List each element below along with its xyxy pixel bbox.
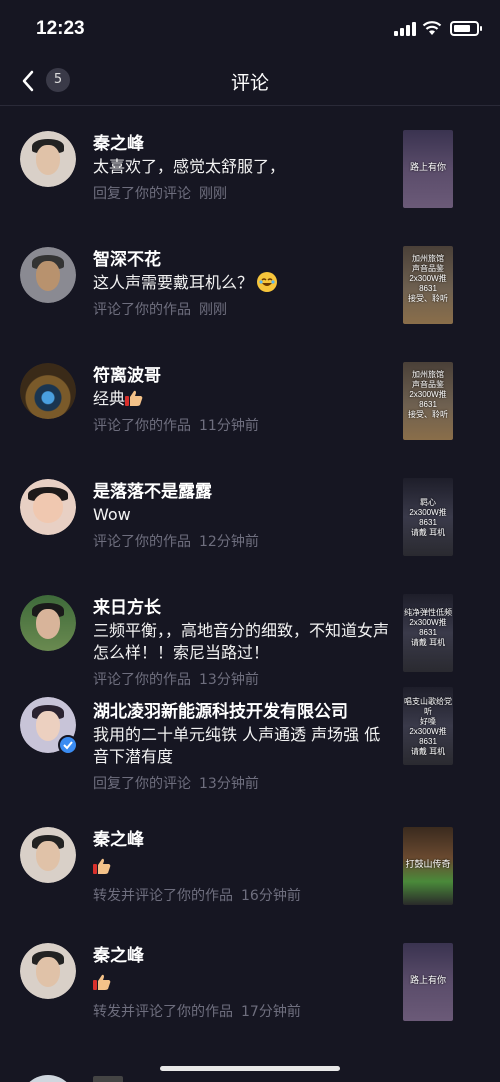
comment-action: 回复了你的评论 <box>93 776 191 792</box>
thumbnail-caption: 路上有你 <box>409 975 446 985</box>
commenter-name[interactable] <box>93 1076 123 1082</box>
comment-action: 评论了你的作品 <box>93 534 191 550</box>
commenter-name[interactable]: 是落落不是露露 <box>93 477 212 502</box>
avatar[interactable] <box>20 595 76 651</box>
avatar[interactable] <box>20 131 76 187</box>
commenter-name[interactable]: 符离波哥 <box>93 361 161 386</box>
comment-meta: 回复了你的评论 刚刚 <box>93 183 227 203</box>
thumbnail-caption: 唱支山歌给党听 好嗓 2x300W推8631 请戴 耳机 <box>404 697 452 756</box>
status-time: 12:23 <box>36 18 85 39</box>
comment-time: 11分钟前 <box>199 418 259 434</box>
page-title: 评论 <box>230 72 269 94</box>
avatar[interactable] <box>20 479 76 535</box>
comment-item[interactable]: 秦之峰 转发并评论了你的作品 17分钟前 路上有你 <box>0 939 500 1055</box>
thumbnail-caption: 羁心 2x300W推8631 请戴 耳机 <box>409 498 447 537</box>
thumbs-up-emoji <box>93 974 111 990</box>
comment-meta: 评论了你的作品 11分钟前 <box>93 415 259 435</box>
comment-meta: 回复了你的评论 13分钟前 <box>93 773 259 793</box>
comment-text: Wow <box>93 505 131 524</box>
comment-action: 评论了你的作品 <box>93 418 191 434</box>
comment-action: 转发并评论了你的作品 <box>93 1004 233 1020</box>
comment-action: 评论了你的作品 <box>93 302 191 318</box>
video-thumbnail[interactable]: 加州旅馆 声音品鉴 2x300W推8631 接受、聆听 <box>403 246 453 324</box>
comment-item[interactable]: 智深不花 这人声需要戴耳机么？ 评论了你的作品 刚刚 加州旅馆 声音品鉴 2x30… <box>0 223 500 339</box>
video-thumbnail[interactable]: 打鼓山传奇 <box>403 827 453 905</box>
home-indicator[interactable] <box>160 1066 340 1071</box>
laughing-emoji <box>257 272 278 292</box>
thumbnail-caption: 路上有你 <box>409 162 446 172</box>
comment-action: 评论了你的作品 <box>93 672 191 688</box>
video-thumbnail[interactable]: 加州旅馆 声音品鉴 2x300W推8631 接受、聆听 <box>403 362 453 440</box>
thumbnail-caption: 纯净弹性低频 2x300W推8631 请戴 耳机 <box>404 608 452 647</box>
comment-time: 13分钟前 <box>199 776 259 792</box>
nav-bar: 5 评论 <box>0 56 500 106</box>
avatar[interactable] <box>20 363 76 419</box>
comment-meta: 评论了你的作品 12分钟前 <box>93 531 259 551</box>
comment-text: 这人声需要戴耳机么？ <box>93 272 389 294</box>
comment-text: 三频平衡，，高地音分的细致，不知道女声怎么样！！索尼当路过！ <box>93 621 390 662</box>
avatar[interactable] <box>20 827 76 883</box>
commenter-name[interactable]: 秦之峰 <box>93 941 144 966</box>
comment-time: 16分钟前 <box>241 888 301 904</box>
battery-icon <box>450 21 482 36</box>
avatar[interactable] <box>20 1075 76 1082</box>
video-thumbnail[interactable]: 羁心 2x300W推8631 请戴 耳机 <box>403 478 453 556</box>
comment-time: 刚刚 <box>199 302 227 318</box>
avatar[interactable] <box>20 943 76 999</box>
comment-text: 我用的二十单元纯铁 人声通透 声场强 低音下潜有度 <box>93 725 381 766</box>
commenter-name[interactable]: 秦之峰 <box>93 825 144 850</box>
comment-action: 转发并评论了你的作品 <box>93 888 233 904</box>
comment-meta: 转发并评论了你的作品 16分钟前 <box>93 885 301 905</box>
thumbs-up-emoji <box>93 858 111 874</box>
video-thumbnail[interactable]: 唱支山歌给党听 好嗓 2x300W推8631 请戴 耳机 <box>403 687 453 765</box>
comment-item[interactable]: 符离波哥 经典 评论了你的作品 11分钟前 加州旅馆 声音品鉴 2x300W推86… <box>0 339 500 455</box>
comment-item[interactable]: 湖北凌羽新能源科技开发有限公司 我用的二十单元纯铁 人声通透 声场强 低音下潜有… <box>0 687 500 823</box>
wifi-icon <box>422 21 442 35</box>
commenter-name[interactable]: 来日方长 <box>93 593 161 618</box>
avatar[interactable] <box>20 247 76 303</box>
video-thumbnail[interactable]: 纯净弹性低频 2x300W推8631 请戴 耳机 <box>403 594 453 672</box>
comment-item[interactable]: 秦之峰 转发并评论了你的作品 16分钟前 打鼓山传奇 <box>0 823 500 939</box>
video-thumbnail[interactable]: 路上有你 <box>403 130 453 208</box>
thumbnail-caption: 加州旅馆 声音品鉴 2x300W推8631 接受、聆听 <box>408 254 448 303</box>
comment-text <box>93 972 389 994</box>
thumbnail-caption: 加州旅馆 声音品鉴 2x300W推8631 接受、聆听 <box>408 370 448 419</box>
comment-time: 13分钟前 <box>199 672 259 688</box>
comment-meta: 转发并评论了你的作品 17分钟前 <box>93 1001 301 1021</box>
comment-list: 秦之峰 太喜欢了，感觉太舒服了， 回复了你的评论 刚刚 路上有你 智深不花 这人声… <box>0 107 500 1055</box>
comment-meta: 评论了你的作品 13分钟前 <box>93 669 259 689</box>
video-thumbnail[interactable]: 路上有你 <box>403 943 453 1021</box>
commenter-name[interactable]: 湖北凌羽新能源科技开发有限公司 <box>93 697 348 722</box>
comment-meta: 评论了你的作品 刚刚 <box>93 299 227 319</box>
thumbnail-caption: 打鼓山传奇 <box>405 859 451 869</box>
cellular-signal-icon <box>394 22 416 36</box>
comment-item[interactable]: 秦之峰 太喜欢了，感觉太舒服了， 回复了你的评论 刚刚 路上有你 <box>0 107 500 223</box>
comment-item[interactable]: 是落落不是露露 Wow 评论了你的作品 12分钟前 羁心 2x300W推8631 … <box>0 455 500 571</box>
commenter-name[interactable]: 智深不花 <box>93 245 161 270</box>
comment-item[interactable]: 来日方长 三频平衡，，高地音分的细致，不知道女声怎么样！！索尼当路过！ 评论了你… <box>0 571 500 689</box>
status-bar: 12:23 <box>0 0 500 56</box>
comment-text: 经典 <box>93 388 389 410</box>
verified-badge-icon <box>58 735 78 755</box>
comment-time: 17分钟前 <box>241 1004 301 1020</box>
comment-time: 12分钟前 <box>199 534 259 550</box>
comment-text <box>93 856 389 878</box>
comment-action: 回复了你的评论 <box>93 186 191 202</box>
comment-time: 刚刚 <box>199 186 227 202</box>
commenter-name[interactable]: 秦之峰 <box>93 129 144 154</box>
thumbs-up-emoji <box>125 390 143 406</box>
comment-text: 太喜欢了，感觉太舒服了， <box>93 157 286 176</box>
